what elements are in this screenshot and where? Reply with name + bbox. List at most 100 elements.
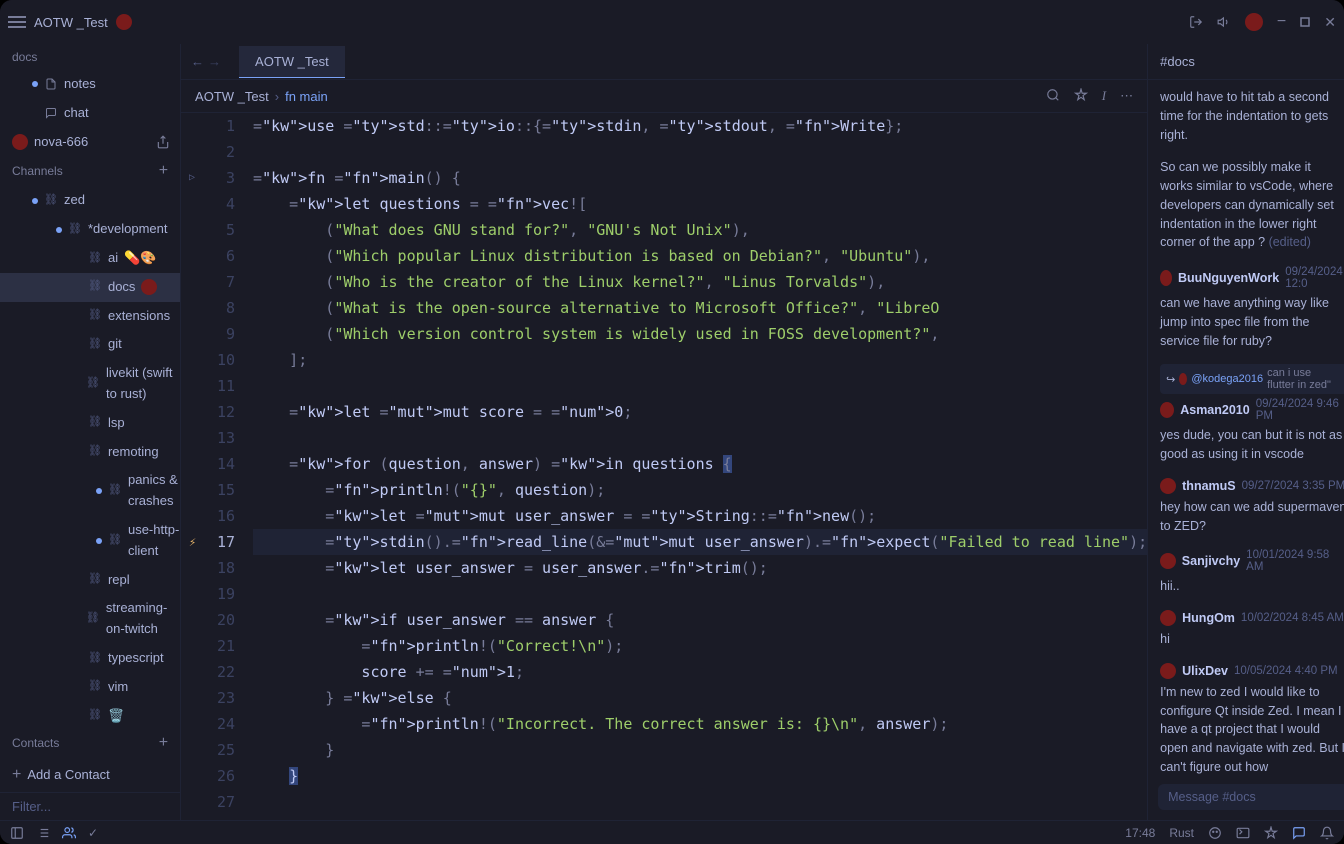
sidebar-chat[interactable]: chat [0, 99, 180, 128]
reply-ref: ↪ @kodega2016 can i use flutter in zed" [1160, 364, 1344, 394]
check-icon[interactable]: ✓ [88, 826, 98, 840]
panel-left-icon[interactable] [10, 826, 24, 840]
channel-item-panics & crashes[interactable]: ⛓panics & crashes [0, 466, 180, 516]
line-gutter: 1234567891011121314151617181920212223242… [181, 113, 253, 820]
channel-item-*development[interactable]: ⛓*development [0, 215, 180, 244]
close-button[interactable]: ✕ [1324, 14, 1336, 31]
cursor-position[interactable]: 17:48 [1125, 826, 1155, 840]
channel-item-trash[interactable]: ⛓🗑️ [0, 702, 180, 729]
run-gutter-icon[interactable]: ▷ [189, 165, 195, 191]
channel-avatar [141, 279, 157, 295]
chat-icon [44, 106, 58, 120]
chat-message[interactable]: ↪ @kodega2016 can i use flutter in zed" A… [1160, 364, 1344, 464]
hash-icon: ⛓ [88, 707, 102, 725]
chat-message[interactable]: HungOm10/02/2024 8:45 AMhi [1160, 610, 1344, 649]
outline-icon[interactable] [36, 826, 50, 840]
people-icon[interactable] [62, 826, 76, 840]
project-avatar [116, 14, 132, 30]
unread-dot [32, 198, 38, 204]
share-icon[interactable] [156, 135, 170, 149]
breadcrumb-fn: fn main [285, 89, 328, 104]
language-mode[interactable]: Rust [1169, 826, 1194, 840]
contacts-header: Contacts + [0, 728, 180, 758]
channel-label: extensions [108, 306, 170, 327]
msg-user: Sanjivchy [1182, 554, 1240, 568]
channel-item-extensions[interactable]: ⛓extensions [0, 302, 180, 331]
channel-item-lsp[interactable]: ⛓lsp [0, 409, 180, 438]
chat-message[interactable]: UlixDev10/05/2024 4:40 PMI'm new to zed … [1160, 663, 1344, 777]
code-content[interactable]: ="kw">use ="ty">std::="ty">io::{="ty">st… [253, 113, 1147, 820]
msg-avatar [1160, 478, 1176, 494]
channel-label: streaming-on-twitch [106, 598, 180, 640]
channel-item-livekit (swift to rust)[interactable]: ⛓livekit (swift to rust) [0, 359, 180, 409]
chat-message[interactable]: BuuNguyenWork09/24/2024 12:0can we have … [1160, 266, 1344, 350]
code-editor[interactable]: ▷ ⚡ 123456789101112131415161718192021222… [181, 113, 1147, 820]
minimize-button[interactable]: − [1277, 13, 1286, 31]
copilot-icon[interactable] [1208, 826, 1222, 840]
msg-body: hi [1160, 630, 1344, 649]
hash-icon: ⛓ [88, 250, 102, 268]
maximize-button[interactable] [1300, 17, 1310, 27]
hash-icon: ⛓ [108, 532, 122, 550]
sidebar-notes[interactable]: notes [0, 70, 180, 99]
channel-item-docs[interactable]: ⛓docs [0, 273, 180, 302]
inline-assist-icon[interactable] [1264, 826, 1278, 840]
msg-body: I'm new to zed I would like to configure… [1160, 683, 1344, 777]
chat-messages[interactable]: would have to hit tab a second time for … [1148, 80, 1344, 778]
msg-user: thnamuS [1182, 479, 1235, 493]
channel-item-ai[interactable]: ⛓ai 💊🎨 [0, 244, 180, 273]
chat-message[interactable]: thnamuS09/27/2024 3:35 PMhey how can we … [1160, 478, 1344, 536]
notifications-icon[interactable] [1320, 826, 1334, 840]
msg-time: 10/01/2024 9:58 AM [1246, 549, 1344, 573]
add-contact-button[interactable]: + Add a Contact [0, 758, 180, 792]
channel-item-use-http-client[interactable]: ⛓use-http-client [0, 516, 180, 566]
channel-label: livekit (swift to rust) [106, 363, 180, 405]
volume-icon[interactable] [1217, 15, 1231, 29]
emoji-icon: 💊🎨 [124, 248, 156, 269]
channel-item-git[interactable]: ⛓git [0, 330, 180, 359]
channel-label: vim [108, 677, 128, 698]
menu-icon[interactable] [8, 13, 26, 31]
nav-forward-button[interactable]: → [208, 54, 221, 69]
user-avatar[interactable] [1245, 13, 1263, 31]
msg-user: Asman2010 [1180, 403, 1250, 417]
nav-back-button[interactable]: ← [191, 54, 204, 69]
bolt-gutter-icon[interactable]: ⚡ [189, 529, 196, 555]
add-contact-plus[interactable]: + [159, 734, 168, 752]
assist-icon[interactable] [1074, 88, 1088, 104]
unread-dot [96, 488, 102, 494]
channel-item-zed[interactable]: ⛓zed [0, 186, 180, 215]
channel-label: *development [88, 219, 168, 240]
chat-intro-2: So can we possibly make it works similar… [1160, 158, 1344, 252]
hash-icon: ⛓ [88, 650, 102, 668]
channel-item-typescript[interactable]: ⛓typescript [0, 644, 180, 673]
breadcrumb[interactable]: AOTW _Test › fn main I ⋯ [181, 80, 1147, 113]
search-icon[interactable] [1046, 88, 1060, 104]
sidebar-section-docs[interactable]: docs [0, 44, 180, 70]
chat-message[interactable]: Sanjivchy10/01/2024 9:58 AMhii.. [1160, 549, 1344, 596]
editor-pane: ← → AOTW _Test AOTW _Test › fn main I ⋯ … [181, 44, 1147, 820]
cursor-icon[interactable]: I [1102, 88, 1106, 104]
hash-icon: ⛓ [88, 278, 102, 296]
hash-icon: ⛓ [88, 443, 102, 461]
channel-item-vim[interactable]: ⛓vim [0, 673, 180, 702]
chat-input[interactable]: Message #docs [1158, 784, 1344, 810]
more-icon[interactable]: ⋯ [1120, 88, 1133, 104]
hash-icon: ⛓ [44, 192, 58, 210]
channel-item-repl[interactable]: ⛓ repl [0, 566, 180, 595]
channel-item-streaming-on-twitch[interactable]: ⛓streaming-on-twitch [0, 594, 180, 644]
channel-label: repl [108, 570, 130, 591]
msg-avatar [1160, 553, 1176, 569]
hash-icon: ⛓ [88, 571, 102, 589]
sidebar-user[interactable]: nova-666 [0, 128, 180, 157]
titlebar: AOTW _Test − ✕ [0, 0, 1344, 44]
filter-input[interactable]: Filter... [0, 792, 180, 820]
tab-active[interactable]: AOTW _Test [239, 46, 345, 78]
exit-icon[interactable] [1189, 15, 1203, 29]
unread-dot [32, 81, 38, 87]
channel-item-remoting[interactable]: ⛓remoting [0, 438, 180, 467]
add-channel-button[interactable]: + [159, 162, 168, 180]
terminal-icon[interactable] [1236, 826, 1250, 840]
breadcrumb-root: AOTW _Test [195, 89, 269, 104]
chat-panel-icon[interactable] [1292, 826, 1306, 840]
